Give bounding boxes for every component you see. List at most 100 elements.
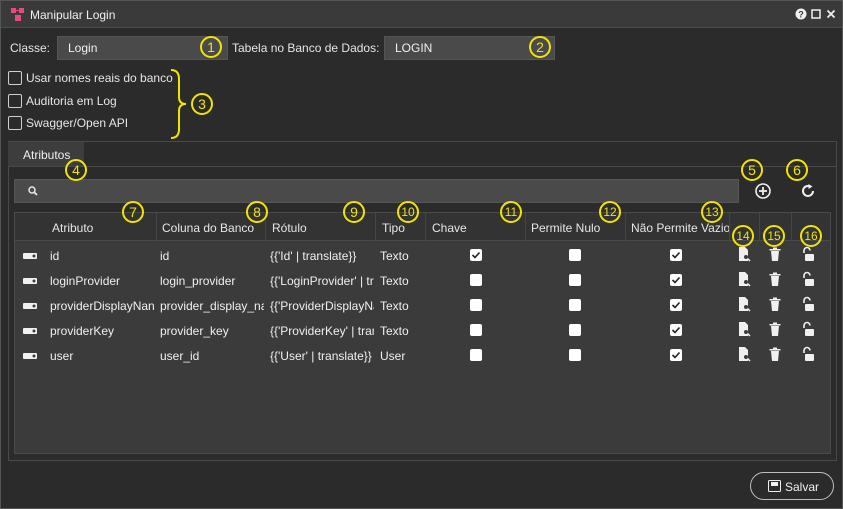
cell-rotulo: {{'User' | translate}}	[270, 349, 372, 363]
column-header-tipo[interactable]: Tipo	[382, 221, 422, 235]
cell-atributo: loginProvider	[50, 274, 121, 288]
column-header-permite-nulo[interactable]: Permite Nulo	[531, 221, 626, 235]
cell-coluna: login_provider	[160, 274, 236, 288]
annotation-3: 3	[191, 93, 213, 115]
table-label: Tabela no Banco de Dados:	[232, 41, 380, 55]
cell-coluna: user_id	[160, 349, 200, 363]
key-row-icon	[23, 353, 37, 359]
column-header-rotulo[interactable]: Rótulo	[272, 221, 372, 235]
key-row-icon	[23, 253, 37, 259]
help-icon[interactable]: ?	[795, 8, 807, 20]
unlock-icon[interactable]	[800, 296, 816, 312]
edit-document-icon[interactable]	[736, 271, 752, 287]
annotation-5: 5	[741, 159, 763, 181]
annotation-14: 14	[732, 225, 754, 247]
annotation-10: 10	[397, 201, 419, 223]
column-header-atributo[interactable]: Atributo	[52, 221, 152, 235]
unlock-icon[interactable]	[800, 321, 816, 337]
key-row-icon	[23, 278, 37, 284]
annotation-2: 2	[529, 36, 551, 58]
column-header-chave[interactable]: Chave	[432, 221, 512, 235]
manipular-login-window: Manipular Login ? Classe: Login Tabela n…	[0, 0, 843, 509]
table-row[interactable]: user user_id {{'User' | translate}} User	[15, 343, 830, 368]
key-checkbox[interactable]	[470, 349, 482, 361]
annotation-13: 13	[701, 201, 723, 223]
add-circle-icon[interactable]	[753, 181, 773, 201]
trash-icon[interactable]	[767, 246, 783, 262]
window-title: Manipular Login	[30, 8, 116, 22]
cell-atributo: providerDisplayNan	[50, 299, 155, 313]
not-empty-checkbox[interactable]	[670, 299, 682, 311]
cell-coluna: id	[160, 249, 170, 263]
nullable-checkbox[interactable]	[569, 299, 581, 311]
trash-icon[interactable]	[767, 296, 783, 312]
trash-icon[interactable]	[767, 321, 783, 337]
audit-log-label: Auditoria em Log	[26, 94, 117, 108]
unlock-icon[interactable]	[800, 271, 816, 287]
save-button[interactable]: Salvar	[750, 472, 834, 500]
tab-divider	[9, 166, 836, 167]
cell-tipo: Texto	[380, 274, 409, 288]
swagger-label: Swagger/Open API	[26, 116, 129, 130]
key-checkbox[interactable]	[470, 324, 482, 336]
cell-coluna: provider_display_na	[160, 299, 264, 313]
edit-document-icon[interactable]	[736, 296, 752, 312]
search-input[interactable]	[14, 179, 739, 203]
key-checkbox[interactable]	[470, 299, 482, 311]
tab-attributes-label: Atributos	[23, 148, 71, 162]
table-row[interactable]: providerDisplayNan provider_display_na {…	[15, 293, 830, 318]
svg-text:?: ?	[798, 10, 804, 20]
column-header-nao-permite-vazio[interactable]: Não Permite Vazio	[631, 221, 735, 235]
edit-document-icon[interactable]	[736, 346, 752, 362]
nullable-checkbox[interactable]	[569, 324, 581, 336]
cell-atributo: user	[50, 349, 74, 363]
column-header-coluna[interactable]: Coluna do Banco	[162, 221, 262, 235]
save-label: Salvar	[785, 480, 820, 494]
not-empty-checkbox[interactable]	[670, 274, 682, 286]
class-label: Classe:	[10, 41, 51, 55]
refresh-icon[interactable]	[798, 181, 818, 201]
table-row[interactable]: loginProvider login_provider {{'LoginPro…	[15, 268, 830, 293]
edit-document-icon[interactable]	[736, 321, 752, 337]
annotation-8: 8	[246, 201, 268, 223]
maximize-icon[interactable]	[810, 8, 822, 20]
cell-rotulo: {{'Id' | translate}}	[270, 249, 357, 263]
cell-atributo: providerKey	[50, 324, 115, 338]
not-empty-checkbox[interactable]	[670, 249, 682, 261]
title-bar: Manipular Login ?	[1, 1, 842, 28]
trash-icon[interactable]	[767, 271, 783, 287]
not-empty-checkbox[interactable]	[670, 349, 682, 361]
cell-tipo: Texto	[380, 249, 409, 263]
nullable-checkbox[interactable]	[569, 249, 581, 261]
nullable-checkbox[interactable]	[569, 349, 581, 361]
cell-rotulo: {{'LoginProvider' | tr	[270, 274, 374, 288]
search-icon	[28, 186, 38, 196]
nullable-checkbox[interactable]	[569, 274, 581, 286]
table-row[interactable]: providerKey provider_key {{'ProviderKey'…	[15, 318, 830, 343]
cell-tipo: User	[380, 349, 406, 363]
trash-icon[interactable]	[767, 346, 783, 362]
annotation-9: 9	[343, 201, 365, 223]
unlock-icon[interactable]	[800, 246, 816, 262]
annotation-4: 4	[65, 159, 87, 181]
key-checkbox[interactable]	[470, 274, 482, 286]
key-checkbox[interactable]	[470, 249, 482, 261]
table-row[interactable]: id id {{'Id' | translate}} Texto	[15, 243, 830, 268]
cell-rotulo: {{'ProviderKey' | tran	[270, 324, 374, 338]
key-row-icon	[23, 303, 37, 309]
cell-tipo: Texto	[380, 324, 409, 338]
not-empty-checkbox[interactable]	[670, 324, 682, 336]
attributes-grid: Atributo Coluna do Banco Rótulo Tipo Cha…	[14, 212, 831, 454]
unlock-icon[interactable]	[800, 346, 816, 362]
audit-log-checkbox[interactable]	[8, 94, 22, 108]
annotation-12: 12	[599, 201, 621, 223]
app-icon	[11, 8, 24, 21]
annotation-11: 11	[500, 201, 522, 223]
real-names-checkbox[interactable]	[8, 71, 22, 85]
edit-document-icon[interactable]	[736, 246, 752, 262]
annotation-16: 16	[800, 225, 822, 247]
swagger-checkbox[interactable]	[8, 116, 22, 130]
annotation-6: 6	[786, 159, 808, 181]
cell-tipo: Texto	[380, 299, 409, 313]
close-icon[interactable]	[825, 8, 837, 20]
